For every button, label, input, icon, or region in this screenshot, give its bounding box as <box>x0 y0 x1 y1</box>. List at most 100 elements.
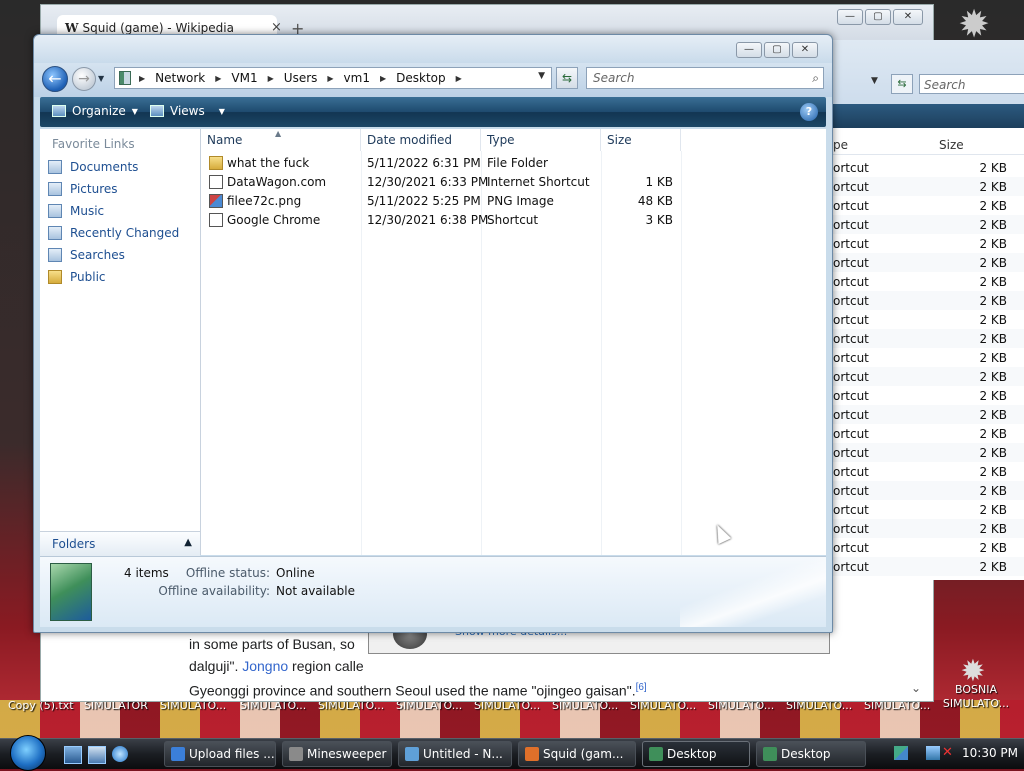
search-input[interactable]: Search <box>919 74 1024 94</box>
breadcrumb-separator-icon[interactable]: ▶ <box>456 74 462 83</box>
list-item[interactable]: ortcut 2 KB <box>831 405 1024 424</box>
list-item[interactable]: ortcut 2 KB <box>831 519 1024 538</box>
breadcrumb-item[interactable]: Network <box>155 71 205 85</box>
switch-windows-icon[interactable] <box>88 746 106 764</box>
bosnia-simulator-label[interactable]: BOSNIA SIMULATO... <box>938 683 1014 711</box>
breadcrumb-item[interactable]: VM1 <box>231 71 257 85</box>
list-item[interactable]: ortcut 2 KB <box>831 215 1024 234</box>
folders-toggle[interactable]: Folders ▲ <box>40 531 200 556</box>
column-name[interactable]: Name ▲ <box>201 129 361 151</box>
list-item[interactable]: ortcut 2 KB <box>831 462 1024 481</box>
breadcrumb-separator-icon[interactable]: ▶ <box>327 74 333 83</box>
sidebar-item-music[interactable]: Music <box>48 201 104 221</box>
explorer-titlebar[interactable]: — ▢ ✕ <box>34 35 832 63</box>
help-button[interactable]: ? <box>800 103 818 121</box>
back-button[interactable]: ← <box>42 66 68 92</box>
row-type: ortcut <box>833 351 869 365</box>
taskbar-button-label: Upload files ... <box>189 747 275 761</box>
column-date[interactable]: Date modified <box>361 129 481 151</box>
png-icon <box>209 194 223 208</box>
list-item[interactable]: ortcut 2 KB <box>831 443 1024 462</box>
search-icon[interactable]: ⌕ <box>812 68 819 88</box>
article-link-jongno[interactable]: Jongno <box>242 658 288 674</box>
row-type: ortcut <box>833 275 869 289</box>
maximize-button[interactable]: ▢ <box>764 42 790 58</box>
views-label: Views <box>170 104 205 118</box>
table-row[interactable]: DataWagon.com 12/30/2021 6:33 PM Internet … <box>201 173 826 192</box>
list-item[interactable]: ortcut 2 KB <box>831 196 1024 215</box>
breadcrumb-separator-icon[interactable]: ▶ <box>215 74 221 83</box>
address-dropdown-icon[interactable]: ▼ <box>538 71 545 81</box>
list-item[interactable]: ortcut 2 KB <box>831 367 1024 386</box>
network-icon[interactable] <box>894 746 908 760</box>
list-item[interactable]: ortcut 2 KB <box>831 481 1024 500</box>
list-item[interactable]: ortcut 2 KB <box>831 310 1024 329</box>
refresh-button[interactable]: ⇆ <box>556 67 578 89</box>
list-item[interactable]: ortcut 2 KB <box>831 234 1024 253</box>
list-item[interactable]: ortcut 2 KB <box>831 500 1024 519</box>
minimize-button[interactable]: — <box>736 42 762 58</box>
computer-icon[interactable] <box>926 746 940 760</box>
maximize-button[interactable]: ▢ <box>865 9 891 25</box>
column-type[interactable]: pe <box>833 138 848 152</box>
folders-label: Folders <box>52 537 96 551</box>
breadcrumb-separator-icon[interactable]: ▶ <box>380 74 386 83</box>
chevron-down-icon: ▼ <box>218 106 225 116</box>
breadcrumb-item[interactable]: Users <box>284 71 318 85</box>
list-item[interactable]: ortcut 2 KB <box>831 253 1024 272</box>
column-size[interactable]: Size <box>601 129 681 151</box>
citation-ref[interactable]: [6] <box>636 682 647 693</box>
address-dropdown-icon[interactable]: ▼ <box>871 76 878 86</box>
list-item[interactable]: ortcut 2 KB <box>831 557 1024 576</box>
volume-muted-icon[interactable]: ✕ <box>942 745 953 760</box>
list-item[interactable]: ortcut 2 KB <box>831 272 1024 291</box>
taskbar-button[interactable]: Untitled - N... <box>398 741 512 767</box>
list-item[interactable]: ortcut 2 KB <box>831 177 1024 196</box>
address-bar[interactable]: ▶ Network ▶ VM1 ▶ Users ▶ vm1 ▶ Desktop ▶ ▼ <box>114 67 552 89</box>
taskbar-button[interactable]: Desktop <box>756 741 866 767</box>
sidebar-item-pictures[interactable]: Pictures <box>48 179 118 199</box>
history-dropdown-icon[interactable]: ▼ <box>98 74 104 83</box>
taskbar-button[interactable]: Upload files ... <box>164 741 276 767</box>
close-button[interactable]: ✕ <box>792 42 818 58</box>
list-item[interactable]: ortcut 2 KB <box>831 424 1024 443</box>
sidebar-item-searches[interactable]: Searches <box>48 245 125 265</box>
sidebar-item-documents[interactable]: Documents <box>48 157 138 177</box>
breadcrumb-separator-icon[interactable]: ▶ <box>268 74 274 83</box>
start-button[interactable] <box>10 735 46 771</box>
breadcrumb-item[interactable]: vm1 <box>344 71 370 85</box>
views-button[interactable]: Views ▼ <box>150 104 225 118</box>
list-item[interactable]: ortcut 2 KB <box>831 329 1024 348</box>
taskbar-button[interactable]: Minesweeper <box>282 741 392 767</box>
sidebar-item-public[interactable]: Public <box>48 267 106 287</box>
organize-button[interactable]: Organize ▼ <box>52 104 138 118</box>
close-button[interactable]: ✕ <box>893 9 923 25</box>
views-icon <box>150 105 164 117</box>
internet-explorer-icon[interactable] <box>112 746 128 762</box>
show-desktop-icon[interactable] <box>64 746 82 764</box>
list-item[interactable]: ortcut 2 KB <box>831 291 1024 310</box>
search-input[interactable]: Search ⌕ <box>586 67 824 89</box>
column-size[interactable]: Size <box>939 138 964 152</box>
list-item[interactable]: ortcut 2 KB <box>831 386 1024 405</box>
minimize-button[interactable]: — <box>837 9 863 25</box>
table-row[interactable]: filee72c.png 5/11/2022 5:25 PM PNG Image 48… <box>201 192 826 211</box>
breadcrumb-separator-icon[interactable]: ▶ <box>139 74 145 83</box>
refresh-icon[interactable]: ⇆ <box>891 74 913 94</box>
article-line: Gyeonggi province and southern Seoul use… <box>189 682 647 699</box>
list-item[interactable]: ortcut 2 KB <box>831 348 1024 367</box>
list-item[interactable]: ortcut 2 KB <box>831 158 1024 177</box>
clock[interactable]: 10:30 PM <box>962 746 1018 760</box>
taskbar-button[interactable]: Squid (gam... <box>518 741 636 767</box>
breadcrumb-item[interactable]: Desktop <box>396 71 446 85</box>
row-type: ortcut <box>833 180 869 194</box>
list-item[interactable]: ortcut 2 KB <box>831 538 1024 557</box>
forward-button[interactable]: → <box>72 67 96 91</box>
column-type[interactable]: Type <box>481 129 601 151</box>
taskbar: Upload files ... Minesweeper Untitled - N.… <box>0 735 1024 771</box>
scroll-down-icon[interactable]: ⌄ <box>911 681 921 695</box>
sidebar-item-recently-changed[interactable]: Recently Changed <box>48 223 179 243</box>
table-row[interactable]: what the fuck 5/11/2022 6:31 PM File Folde… <box>201 154 826 173</box>
table-row[interactable]: Google Chrome 12/30/2021 6:38 PM Shortcut 3… <box>201 211 826 230</box>
taskbar-button[interactable]: Desktop <box>642 741 750 767</box>
